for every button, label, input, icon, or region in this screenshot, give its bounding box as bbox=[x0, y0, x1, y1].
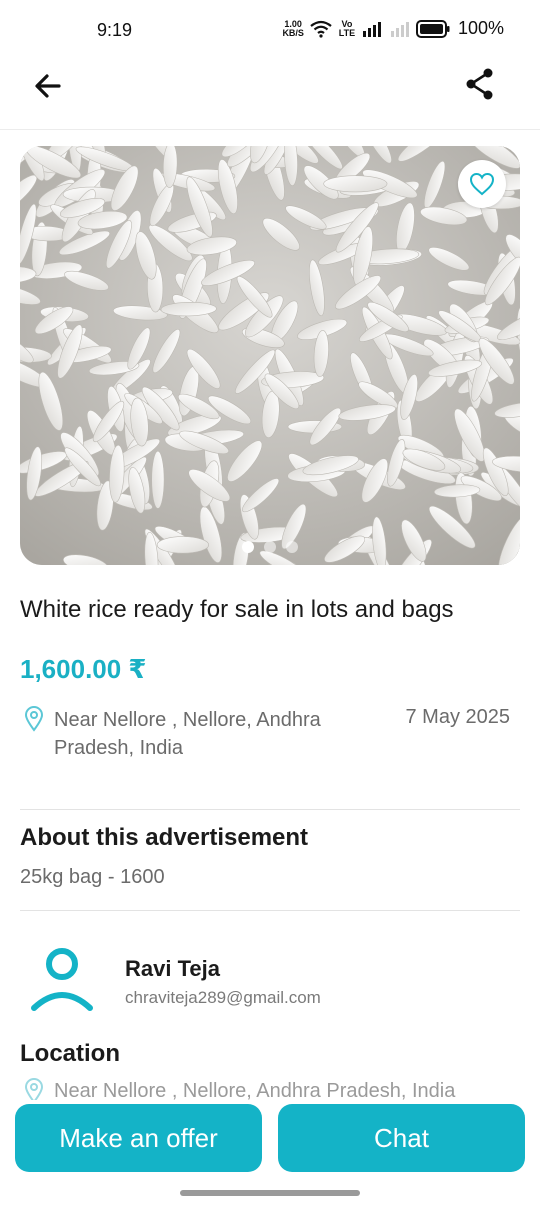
wifi-icon bbox=[310, 20, 332, 38]
back-button[interactable] bbox=[30, 68, 66, 104]
divider bbox=[20, 809, 520, 810]
carousel-indicator bbox=[20, 541, 520, 553]
volte-indicator: Vo LTE bbox=[338, 18, 356, 38]
image-carousel[interactable] bbox=[20, 146, 520, 565]
status-icons: 1.00 KB/S Vo LTE 100% bbox=[282, 18, 504, 39]
location-heading: Location bbox=[20, 1040, 120, 1067]
listing-location: Near Nellore , Nellore, Andhra Pradesh, … bbox=[54, 709, 321, 759]
carousel-dot[interactable] bbox=[242, 541, 254, 553]
seller-card[interactable]: Ravi Teja chraviteja289@gmail.com bbox=[20, 940, 520, 1020]
seller-name: Ravi Teja bbox=[125, 956, 220, 981]
heart-outline-icon bbox=[469, 172, 495, 196]
status-bar: 9:19 1.00 KB/S Vo LTE 100% bbox=[0, 0, 540, 60]
carousel-dot[interactable] bbox=[286, 541, 298, 553]
divider bbox=[20, 910, 520, 911]
rice-grain bbox=[151, 450, 165, 509]
rice-grain bbox=[323, 175, 388, 193]
bottom-action-bar: Make an offer Chat bbox=[0, 1100, 540, 1206]
favorite-button[interactable] bbox=[458, 160, 506, 208]
carousel-dot[interactable] bbox=[264, 541, 276, 553]
chat-button[interactable]: Chat bbox=[278, 1104, 525, 1172]
about-description: 25kg bag - 1600 bbox=[20, 866, 165, 888]
share-icon bbox=[466, 68, 493, 100]
signal-weak-icon bbox=[390, 21, 409, 37]
battery-icon bbox=[415, 19, 450, 38]
listing-date: 7 May 2025 bbox=[405, 706, 510, 728]
arrow-left-icon bbox=[35, 74, 61, 98]
network-speed: 1.00 KB/S bbox=[282, 18, 304, 38]
about-heading: About this advertisement bbox=[20, 824, 309, 851]
seller-email: chraviteja289@gmail.com bbox=[125, 988, 321, 1007]
make-offer-button[interactable]: Make an offer bbox=[15, 1104, 262, 1172]
status-time: 9:19 bbox=[97, 20, 133, 40]
listing-title: White rice ready for sale in lots and ba… bbox=[20, 596, 454, 623]
app-bar bbox=[0, 58, 540, 130]
share-button[interactable] bbox=[462, 66, 498, 102]
battery-percentage: 100% bbox=[457, 18, 504, 38]
location-pin-icon bbox=[24, 706, 44, 732]
listing-price: 1,600.00 ₹ bbox=[20, 654, 147, 684]
signal-icon bbox=[362, 21, 381, 37]
rice-photo bbox=[20, 146, 520, 565]
user-icon bbox=[31, 948, 93, 1011]
home-indicator[interactable] bbox=[180, 1190, 360, 1196]
